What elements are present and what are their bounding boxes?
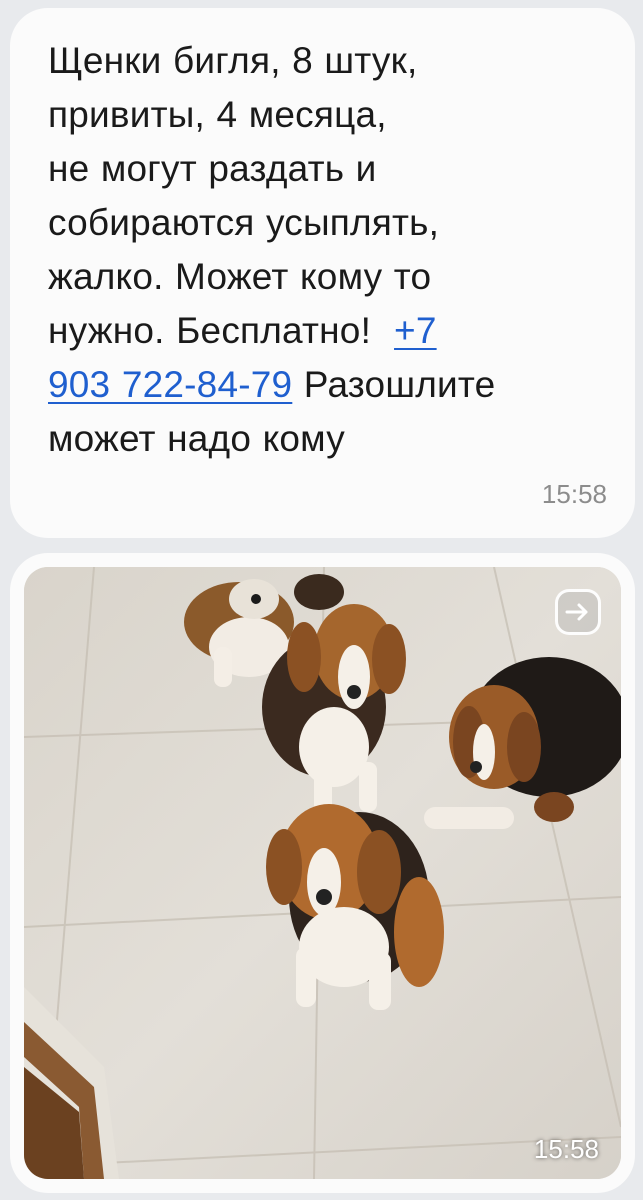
forward-button[interactable] bbox=[555, 589, 601, 635]
image-message-bubble[interactable]: 15:58 bbox=[10, 553, 635, 1193]
message-line: Разошлите bbox=[292, 364, 496, 405]
image-timestamp: 15:58 bbox=[533, 1134, 599, 1164]
message-timestamp: 15:58 bbox=[541, 479, 607, 509]
chat-view: Щенки бигля, 8 штук, привиты, 4 месяца, … bbox=[0, 0, 643, 1200]
message-line: жалко. Может кому то bbox=[48, 256, 432, 297]
message-line: привиты, 4 месяца, bbox=[48, 94, 387, 135]
message-line: собираются усыплять, bbox=[48, 202, 440, 243]
message-line: нужно. Бесплатно! bbox=[48, 310, 372, 351]
message-line: может надо кому bbox=[48, 418, 345, 459]
photo-image bbox=[24, 567, 621, 1179]
phone-link-part[interactable]: +7 bbox=[394, 310, 437, 351]
forward-arrow-icon bbox=[565, 603, 588, 621]
beagle-puppies-photo[interactable]: 15:58 bbox=[24, 567, 621, 1179]
phone-link-part[interactable]: 903 722-84-79 bbox=[48, 364, 292, 405]
message-body: Щенки бигля, 8 штук, привиты, 4 месяца, … bbox=[48, 34, 601, 466]
message-line: не могут раздать и bbox=[48, 148, 377, 189]
message-line: Щенки бигля, 8 штук, bbox=[48, 40, 418, 81]
text-message-bubble[interactable]: Щенки бигля, 8 штук, привиты, 4 месяца, … bbox=[10, 8, 635, 538]
